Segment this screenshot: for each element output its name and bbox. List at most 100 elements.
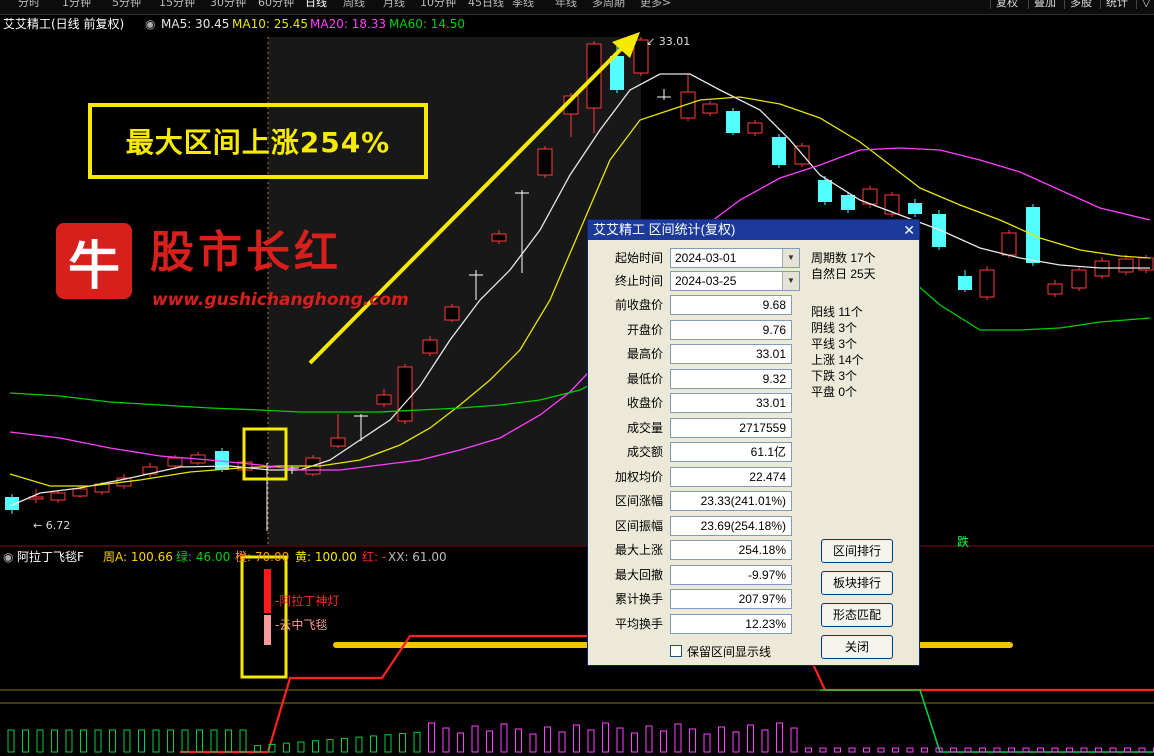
period-tab[interactable]: 30分钟	[210, 0, 246, 9]
brand-logo-icon: 牛	[56, 223, 132, 299]
indicator-bar	[558, 731, 566, 753]
period-tab[interactable]: 多周期	[592, 0, 625, 9]
period-tab[interactable]: 月线	[383, 0, 405, 9]
period-tab[interactable]: 10分钟	[420, 0, 456, 9]
indicator-bar	[790, 727, 798, 753]
indicator-huang: 黄: 100.00	[295, 550, 357, 564]
indicator-group	[0, 634, 1154, 754]
indicator-bar	[51, 729, 58, 753]
field-value: 207.97%	[670, 589, 792, 609]
ma10-label: MA10: 25.45	[232, 17, 309, 31]
period-tab[interactable]: 年线	[555, 0, 577, 9]
period-tab[interactable]: 更多>	[640, 0, 671, 9]
indicator-bar	[225, 729, 232, 753]
toolbar-button[interactable]: 叠加	[1028, 0, 1061, 9]
indicator-settings-icon[interactable]: ◉	[3, 548, 13, 566]
toolbar-button[interactable]: 复权	[990, 0, 1023, 9]
field-value: 9.68	[670, 295, 792, 315]
period-tab[interactable]: 45日线	[468, 0, 504, 9]
indicator-bar	[805, 747, 812, 753]
field-value: 9.32	[670, 368, 792, 389]
range-rank-button[interactable]: 区间排行	[821, 539, 893, 563]
indicator-bar	[848, 747, 856, 753]
period-tab[interactable]: 分时	[18, 0, 40, 9]
candle-body	[72, 488, 88, 497]
indicator-bar	[123, 729, 131, 753]
field-value: 33.01	[670, 344, 792, 364]
period-tab[interactable]: 15分钟	[159, 0, 195, 9]
indicator-hong: 红: -	[362, 550, 387, 564]
brand-name: 股市长红	[150, 227, 342, 278]
period-tab[interactable]: 5分钟	[112, 0, 141, 9]
toolbar-button[interactable]: ▽	[1136, 0, 1154, 9]
field-value: 33.01	[670, 393, 792, 413]
indicator-bar	[906, 747, 914, 753]
stat-count: 平盘 0个	[811, 385, 858, 399]
field-label: 最高价	[626, 347, 663, 361]
candle-body	[167, 457, 183, 467]
indicator-bar	[863, 747, 870, 753]
low-price-label: ← 6.72	[33, 519, 71, 532]
end-time-select[interactable]: 2024-03-25 ▼	[670, 271, 800, 291]
ma60-label: MA60: 14.50	[389, 17, 466, 31]
indicator-bar	[500, 723, 508, 753]
keep-range-line-checkbox[interactable]: 保留区间显示线	[670, 644, 771, 660]
dialog-title[interactable]: 艾艾精工 区间统计(复权)	[588, 220, 919, 240]
toolbar-button[interactable]: 多股	[1064, 0, 1097, 9]
legend-pink-label: -云中飞毯	[275, 618, 328, 632]
candle-body	[884, 194, 900, 215]
chevron-down-icon[interactable]: ▼	[782, 249, 799, 267]
sector-rank-button[interactable]: 板块排行	[821, 571, 893, 595]
indicator-bar	[384, 734, 392, 753]
candle-body	[747, 122, 763, 134]
indicator-bar	[399, 733, 406, 753]
indicator-bar	[761, 729, 769, 753]
period-tab[interactable]: 季线	[512, 0, 534, 9]
settings-icon[interactable]: ◉	[145, 15, 155, 33]
range-stats-dialog[interactable]: 艾艾精工 区间统计(复权) ✕ 起始时间 2024-03-01 ▼ 终止时间 20…	[587, 219, 920, 666]
indicator-cheng: 橙: 70.00	[235, 550, 290, 564]
field-label: 区间振幅	[614, 518, 663, 533]
pattern-match-button[interactable]: 形态匹配	[821, 603, 893, 627]
indicator-bar	[486, 730, 493, 753]
indicator-bar	[457, 732, 464, 753]
chevron-down-icon[interactable]: ▼	[782, 272, 799, 290]
indicator-bar	[892, 747, 899, 753]
candle-body	[958, 276, 972, 290]
start-time-label: 起始时间	[614, 251, 663, 265]
indicator-bar	[689, 728, 696, 753]
indicator-bar	[573, 724, 580, 753]
candle-body	[772, 137, 786, 165]
field-value: 254.18%	[670, 540, 792, 560]
period-tab[interactable]: 周线	[343, 0, 365, 9]
field-value: 12.23%	[670, 613, 792, 634]
period-toolbar: 分时 1分钟 5分钟 15分钟 30分钟 60分钟 日线 周线 月线 10分钟 45日线 季线 年线 多周…	[0, 0, 1154, 15]
indicator-bar	[515, 728, 522, 753]
candle-body	[610, 56, 624, 90]
start-time-select[interactable]: 2024-03-01 ▼	[670, 248, 800, 268]
indicator-bar	[428, 722, 435, 753]
stat-count: 上涨 14个	[811, 353, 864, 367]
indicator-bar	[718, 726, 725, 753]
close-button[interactable]: 关闭	[821, 635, 893, 659]
field-label: 最大上涨	[614, 543, 663, 557]
stat-count: 阴线 3个	[811, 321, 858, 335]
candle-body	[397, 366, 413, 422]
period-tab[interactable]: 日线	[305, 0, 327, 9]
indicator-title-bar: ◉ 阿拉丁飞毯F 周A: 100.66 绿: 46.00 橙: 70.00 黄:…	[0, 548, 1154, 566]
indicator-bar	[587, 729, 595, 753]
close-icon[interactable]: ✕	[903, 221, 915, 239]
indicator-bar	[138, 729, 145, 753]
indicator-bar	[109, 729, 116, 753]
indicator-xx: XX: 61.00	[388, 550, 447, 564]
indicator-bar	[239, 729, 247, 753]
field-label: 累计换手	[614, 592, 663, 606]
period-tab[interactable]: 1分钟	[62, 0, 91, 9]
field-label: 成交额	[626, 445, 663, 459]
high-price-label: ↙ 33.01	[646, 35, 691, 48]
toolbar-button[interactable]: 统计	[1100, 0, 1133, 9]
period-tab[interactable]: 60分钟	[258, 0, 294, 9]
indicator-bar	[370, 735, 377, 753]
checkbox-icon[interactable]	[670, 645, 682, 657]
candle-body	[841, 195, 855, 210]
